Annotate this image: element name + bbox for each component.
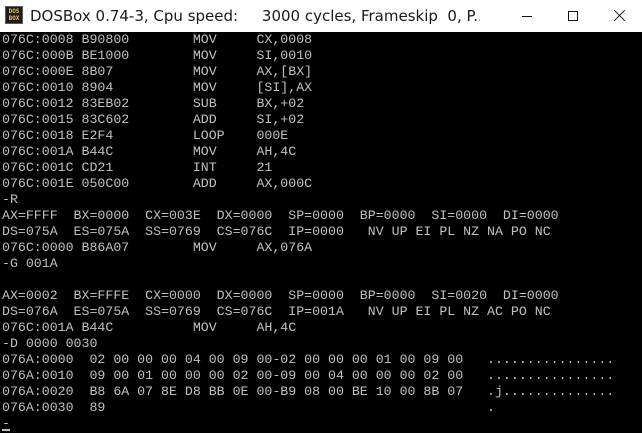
console-line: -G 001A [2, 257, 58, 271]
text-cursor [2, 429, 10, 431]
console-line: 076C:001A B44C MOV AH,4C [2, 145, 297, 159]
console-line: 076C:0018 E2F4 LOOP 000E [2, 129, 289, 143]
dosbox-window: DOS BOX DOSBox 0.74-3, Cpu speed: 3000 c… [0, 0, 642, 433]
maximize-icon [568, 11, 578, 21]
console-line: 076C:001C CD21 INT 21 [2, 161, 273, 175]
dosbox-icon[interactable]: DOS BOX [5, 6, 23, 24]
console-line: 076C:0000 B86A07 MOV AX,076A [2, 241, 313, 255]
console-line: 076C:001E 050C00 ADD AX,000C [2, 177, 313, 191]
minimize-button[interactable] [504, 0, 550, 32]
maximize-button[interactable] [550, 0, 596, 32]
console-line: 076C:001A B44C MOV AH,4C [2, 321, 297, 335]
close-icon [613, 9, 626, 22]
console-line: 076C:0015 83C602 ADD SI,+02 [2, 113, 305, 127]
dos-console[interactable]: 076C:0008 B90800 MOV CX,0008 076C:000B B… [0, 32, 642, 433]
console-line: 076A:0000 02 00 00 00 04 00 09 00-02 00 … [2, 353, 615, 367]
icon-text-bottom: BOX [8, 15, 20, 22]
console-line: 076A:0020 B8 6A 07 8E D8 BB 0E 00-B9 08 … [2, 385, 615, 399]
title-bar[interactable]: DOS BOX DOSBox 0.74-3, Cpu speed: 3000 c… [0, 0, 642, 32]
console-line: AX=0002 BX=FFFE CX=0000 DX=0000 SP=0000 … [2, 289, 559, 303]
console-line: -D 0000 0030 [2, 337, 98, 351]
console-line: 076C:000E 8B07 MOV AX,[BX] [2, 65, 313, 79]
console-line: 076C:000B BE1000 MOV SI,0010 [2, 49, 313, 63]
console-line: 076C:0010 8904 MOV [SI],AX [2, 81, 313, 95]
close-button[interactable] [596, 0, 642, 32]
console-line: 076C:0012 83EB02 SUB BX,+02 [2, 97, 305, 111]
console-line: 076C:0008 B90800 MOV CX,0008 [2, 33, 313, 47]
console-line: -R [2, 193, 18, 207]
console-prompt: - [2, 417, 10, 431]
console-line: 076A:0030 89 . [2, 401, 495, 415]
minimize-icon [522, 16, 532, 17]
icon-text-top: DOS [8, 8, 20, 15]
console-line: DS=076A ES=075A SS=0769 CS=076C IP=001A … [2, 305, 551, 319]
console-line: AX=FFFF BX=0000 CX=003E DX=0000 SP=0000 … [2, 209, 559, 223]
console-line: DS=075A ES=075A SS=0769 CS=076C IP=0000 … [2, 225, 551, 239]
window-title: DOSBox 0.74-3, Cpu speed: 3000 cycles, F… [30, 7, 480, 25]
console-line: 076A:0010 09 00 01 00 00 00 02 00-09 00 … [2, 369, 615, 383]
prompt-line[interactable]: - [2, 416, 642, 432]
